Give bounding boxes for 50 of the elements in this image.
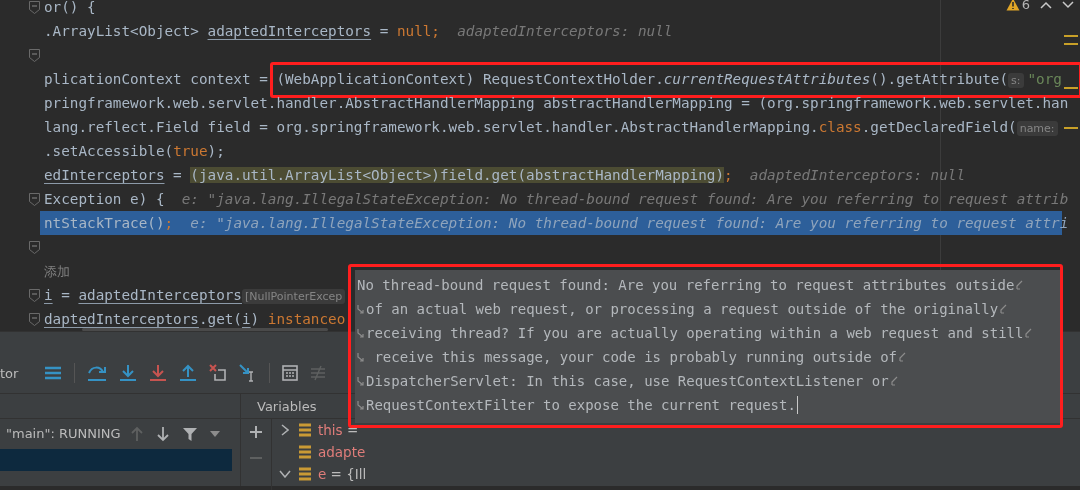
force-step-into-icon[interactable] — [149, 364, 168, 382]
step-over-icon[interactable] — [87, 364, 108, 382]
down-arrow-icon[interactable] — [156, 426, 170, 442]
code-line: i = adaptedInterceptors [NullPointerExcep — [40, 285, 350, 305]
drop-frame-icon[interactable] — [209, 364, 228, 382]
scrollbar[interactable] — [82, 328, 328, 331]
tooltip-text: of an actual web request, or processing a request outside of the originally — [366, 301, 999, 317]
text-cursor — [796, 396, 798, 414]
code-line: Exception e) { e: "java.lang.IllegalStateException: No thread-bound request found: Are you referring to request attrib — [43, 190, 1069, 209]
previous-icon[interactable] — [1040, 0, 1052, 9]
code-line: or() { — [43, 0, 96, 17]
tooltip-text: receiving thread? If you are actually operating within a web request and still — [366, 325, 1024, 341]
up-arrow-icon[interactable] — [130, 426, 144, 442]
variables-header: Variables — [257, 398, 317, 414]
fold-marker-icon[interactable] — [29, 288, 40, 302]
next-icon[interactable] — [1062, 0, 1074, 9]
fold-marker-icon[interactable] — [29, 0, 40, 14]
calculator-icon[interactable] — [282, 365, 299, 381]
step-into-icon[interactable] — [119, 364, 138, 382]
tooltip-text: RequestContextFilter to expose the current request. — [366, 397, 796, 413]
code-line: .setAccessible(true); — [43, 142, 225, 161]
tooltip-text: DispatcherServlet: In this case, use RequestContextListener or — [366, 373, 889, 389]
trace-icon[interactable] — [310, 365, 327, 381]
fold-marker-icon[interactable] — [29, 192, 40, 206]
code-line: .ArrayList<Object> adaptedInterceptors = null; adaptedInterceptors: null — [43, 22, 673, 41]
tooltip-text: receive this message, your code is probably running outside of — [373, 349, 897, 365]
fold-marker-icon[interactable] — [29, 48, 40, 62]
variable-entry[interactable]: this = — [318, 422, 359, 438]
tooltip-text: No thread-bound request found: Are you referring to request attributes outside — [357, 277, 1015, 293]
list-icon[interactable] — [44, 365, 63, 381]
variable-entry[interactable]: e = {Ill — [318, 466, 367, 482]
add-icon[interactable] — [249, 425, 263, 439]
dropdown-caret-icon[interactable] — [210, 431, 220, 437]
fold-marker-icon[interactable] — [29, 312, 40, 326]
thread-selector[interactable]: "main": RUNNING — [6, 425, 118, 443]
field-icon — [298, 467, 312, 481]
code-line: daptedInterceptors.get(i) instanceo — [43, 310, 346, 329]
step-out-icon[interactable] — [179, 364, 198, 382]
filter-icon[interactable] — [182, 426, 198, 442]
field-icon — [298, 423, 312, 437]
code-line: pringframework.web.servlet.handler.AbstractHandlerMapping abstractHandlerMapping = (org.springframework.web.servlet.han — [43, 94, 1069, 113]
code-line: edInterceptors = (java.util.ArrayList<Object>)field.get(abstractHandlerMapping); adaptedInterceptors: null — [43, 166, 966, 185]
field-icon — [298, 445, 312, 459]
code-line: plicationContext context = (WebApplicationContext) RequestContextHolder.currentRequestAttributes().getAttribute( s: "org — [43, 70, 1062, 89]
variable-entry[interactable]: adapte — [318, 444, 366, 460]
code-line: lang.reflect.Field field = org.springframework.web.servlet.handler.AbstractHandlerMapping.class.getDeclaredField( name: — [40, 117, 1062, 137]
fold-marker-icon[interactable] — [29, 240, 40, 254]
code-line: 添加 — [43, 263, 70, 281]
tab-label[interactable]: tor — [0, 365, 19, 381]
warning-count[interactable]: 6 — [1005, 0, 1030, 12]
